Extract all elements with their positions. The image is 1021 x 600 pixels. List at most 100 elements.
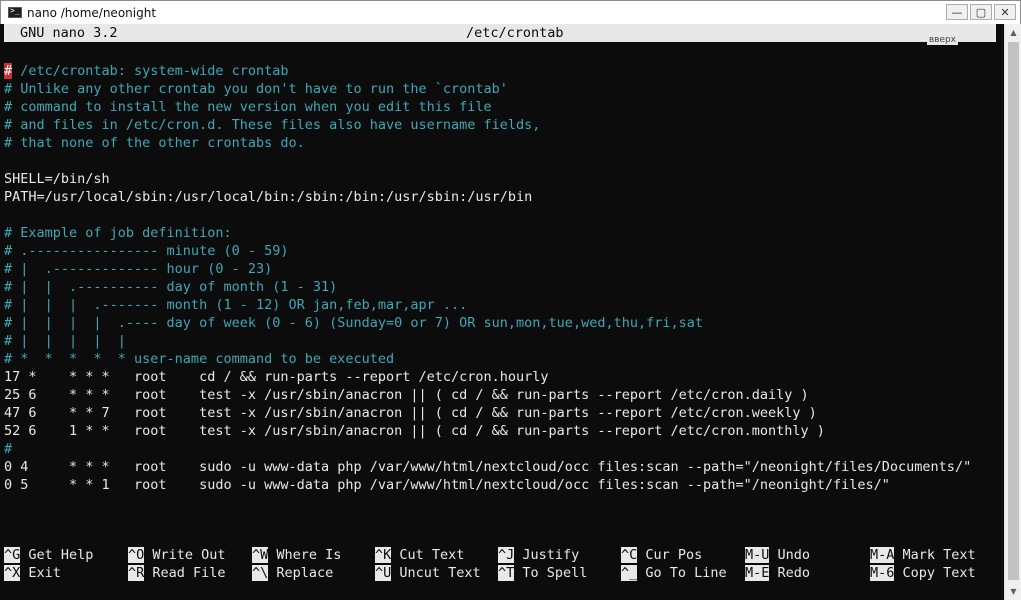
editor-line: # Example of job definition: xyxy=(4,224,1000,242)
editor-line-text: # Example of job definition: xyxy=(4,225,232,241)
editor-line-text: # | | | | .---- day of week (0 - 6) (Sun… xyxy=(4,315,703,331)
editor-line: 17 * * * * root cd / && run-parts --repo… xyxy=(4,368,1000,386)
shortcut-label: Get Help xyxy=(20,547,94,563)
window-controls: — ▢ ✕ xyxy=(946,4,1016,20)
shortcut-key: ^\ xyxy=(252,565,269,581)
shortcut-to-spell: ^T To Spell xyxy=(498,564,587,582)
editor-line-text: 47 6 * * 7 root test -x /usr/sbin/anacro… xyxy=(4,405,817,421)
maximize-button[interactable]: ▢ xyxy=(970,4,992,20)
shortcut-row-2: ^X Exit ^R Read File ^\ Replace ^U Uncut Te… xyxy=(4,564,1000,582)
shortcut-label: Where Is xyxy=(268,547,342,563)
editor-line: # | | | | | xyxy=(4,332,1000,350)
shortcut-label: Cut Text xyxy=(391,547,465,563)
editor-line: # * * * * * user-name command to be exec… xyxy=(4,350,1000,368)
editor-line: # that none of the other crontabs do. xyxy=(4,134,1000,152)
editor-line-text: 0 5 * * 1 root sudo -u www-data php /var… xyxy=(4,477,890,493)
shortcut-key: ^R xyxy=(128,565,145,581)
shortcut-read-file: ^R Read File xyxy=(128,564,226,582)
shortcut-exit: ^X Exit xyxy=(4,564,61,582)
editor-line-text: # | | | | | xyxy=(4,333,126,349)
scrollbar-thumb[interactable] xyxy=(1008,42,1019,580)
editor-line: 0 5 * * 1 root sudo -u www-data php /var… xyxy=(4,476,1000,494)
editor-line: 47 6 * * 7 root test -x /usr/sbin/anacro… xyxy=(4,404,1000,422)
editor-line-text: /etc/crontab: system-wide crontab xyxy=(12,63,289,79)
editor-line-text: # | | | .------- month (1 - 12) OR jan,f… xyxy=(4,297,468,313)
editor-line: 52 6 1 * * root test -x /usr/sbin/anacro… xyxy=(4,422,1000,440)
vertical-scrollbar[interactable]: ▲ ▼ xyxy=(1004,24,1021,600)
editor-line: 0 4 * * * root sudo -u www-data php /var… xyxy=(4,458,1000,476)
window-title-bar[interactable]: nano /home/neonight — ▢ ✕ xyxy=(0,0,1021,24)
shortcut-label: Uncut Text xyxy=(391,565,481,581)
editor-line: # command to install the new version whe… xyxy=(4,98,1000,116)
nano-filename: /etc/crontab xyxy=(466,25,564,41)
nano-version: GNU nano 3.2 xyxy=(20,25,118,41)
editor-buffer[interactable]: # /etc/crontab: system-wide crontab # Unl… xyxy=(4,62,1000,494)
editor-line: # | | | | .---- day of week (0 - 6) (Sun… xyxy=(4,314,1000,332)
shortcut-label: Exit xyxy=(20,565,61,581)
shortcut-label: Read File xyxy=(144,565,226,581)
shortcut-undo: M-U Undo xyxy=(745,546,810,564)
editor-line: # Unlike any other crontab you don't hav… xyxy=(4,80,1000,98)
editor-line: # | .------------- hour (0 - 23) xyxy=(4,260,1000,278)
shortcut-key: ^C xyxy=(621,547,638,563)
shortcut-label: Copy Text xyxy=(894,565,976,581)
editor-line: 25 6 * * * root test -x /usr/sbin/anacro… xyxy=(4,386,1000,404)
shortcut-key: M-6 xyxy=(870,565,895,581)
editor-line-text: # Unlike any other crontab you don't hav… xyxy=(4,81,508,97)
shortcut-key: ^G xyxy=(4,547,21,563)
shortcut-bar: ^G Get Help ^O Write Out ^W Where Is ^K Cut… xyxy=(4,546,1000,582)
editor-line: # /etc/crontab: system-wide crontab xyxy=(4,62,1000,80)
shortcut-label: Go To Line xyxy=(637,565,727,581)
close-button[interactable]: ✕ xyxy=(994,4,1016,20)
shortcut-key: M-A xyxy=(870,547,895,563)
shortcut-key: ^T xyxy=(498,565,515,581)
shortcut-label: Justify xyxy=(514,547,580,563)
shortcut-row-1: ^G Get Help ^O Write Out ^W Where Is ^K Cut… xyxy=(4,546,1000,564)
shortcut-copy-text: M-6 Copy Text xyxy=(870,564,976,582)
minimize-button[interactable]: — xyxy=(946,4,968,20)
editor-line-text: # | | .---------- day of month (1 - 31) xyxy=(4,279,338,295)
shortcut-cur-pos: ^C Cur Pos xyxy=(621,546,702,564)
shortcut-key: ^X xyxy=(4,565,21,581)
editor-line: # | | .---------- day of month (1 - 31) xyxy=(4,278,1000,296)
editor-line-text: # * * * * * user-name command to be exec… xyxy=(4,351,395,367)
shortcut-label: Write Out xyxy=(144,547,226,563)
shortcut-key: M-E xyxy=(745,565,770,581)
shortcut-go-to-line: ^_ Go To Line xyxy=(621,564,727,582)
terminal-icon xyxy=(8,5,22,18)
scroll-down-icon[interactable]: ▼ xyxy=(1005,583,1021,600)
editor-line-text: SHELL=/bin/sh xyxy=(4,171,110,187)
shortcut-label: Replace xyxy=(268,565,334,581)
text-cursor: # xyxy=(4,63,13,79)
editor-line: # | | | .------- month (1 - 12) OR jan,f… xyxy=(4,296,1000,314)
shortcut-label: Redo xyxy=(769,565,811,581)
editor-line-text: 52 6 1 * * root test -x /usr/sbin/anacro… xyxy=(4,423,825,439)
shortcut-redo: M-E Redo xyxy=(745,564,810,582)
terminal-area[interactable]: GNU nano 3.2 /etc/crontab вверх # /etc/c… xyxy=(0,24,1004,600)
editor-line-text: 17 * * * * root cd / && run-parts --repo… xyxy=(4,369,549,385)
shortcut-key: ^U xyxy=(375,565,392,581)
editor-line-text: PATH=/usr/local/sbin:/usr/local/bin:/sbi… xyxy=(4,189,533,205)
shortcut-key: ^O xyxy=(128,547,145,563)
shortcut-replace: ^\ Replace xyxy=(252,564,333,582)
editor-line-text: # that none of the other crontabs do. xyxy=(4,135,305,151)
scroll-hint: вверх xyxy=(926,35,958,45)
shortcut-key: M-U xyxy=(745,547,770,563)
editor-line-text: 0 4 * * * root sudo -u www-data php /var… xyxy=(4,459,972,475)
editor-line: SHELL=/bin/sh xyxy=(4,170,1000,188)
shortcut-label: Undo xyxy=(769,547,811,563)
shortcut-get-help: ^G Get Help xyxy=(4,546,93,564)
shortcut-key: ^W xyxy=(252,547,269,563)
scroll-up-icon[interactable]: ▲ xyxy=(1005,24,1021,41)
editor-line-text: # and files in /etc/cron.d. These files … xyxy=(4,117,541,133)
editor-line: # xyxy=(4,440,1000,458)
editor-line-text: # .---------------- minute (0 - 59) xyxy=(4,243,289,259)
shortcut-key: ^_ xyxy=(621,565,638,581)
editor-line: # .---------------- minute (0 - 59) xyxy=(4,242,1000,260)
shortcut-mark-text: M-A Mark Text xyxy=(870,546,976,564)
shortcut-label: Mark Text xyxy=(894,547,976,563)
shortcut-uncut-text: ^U Uncut Text xyxy=(375,564,481,582)
shortcut-cut-text: ^K Cut Text xyxy=(375,546,464,564)
editor-line-text: # xyxy=(4,441,13,457)
